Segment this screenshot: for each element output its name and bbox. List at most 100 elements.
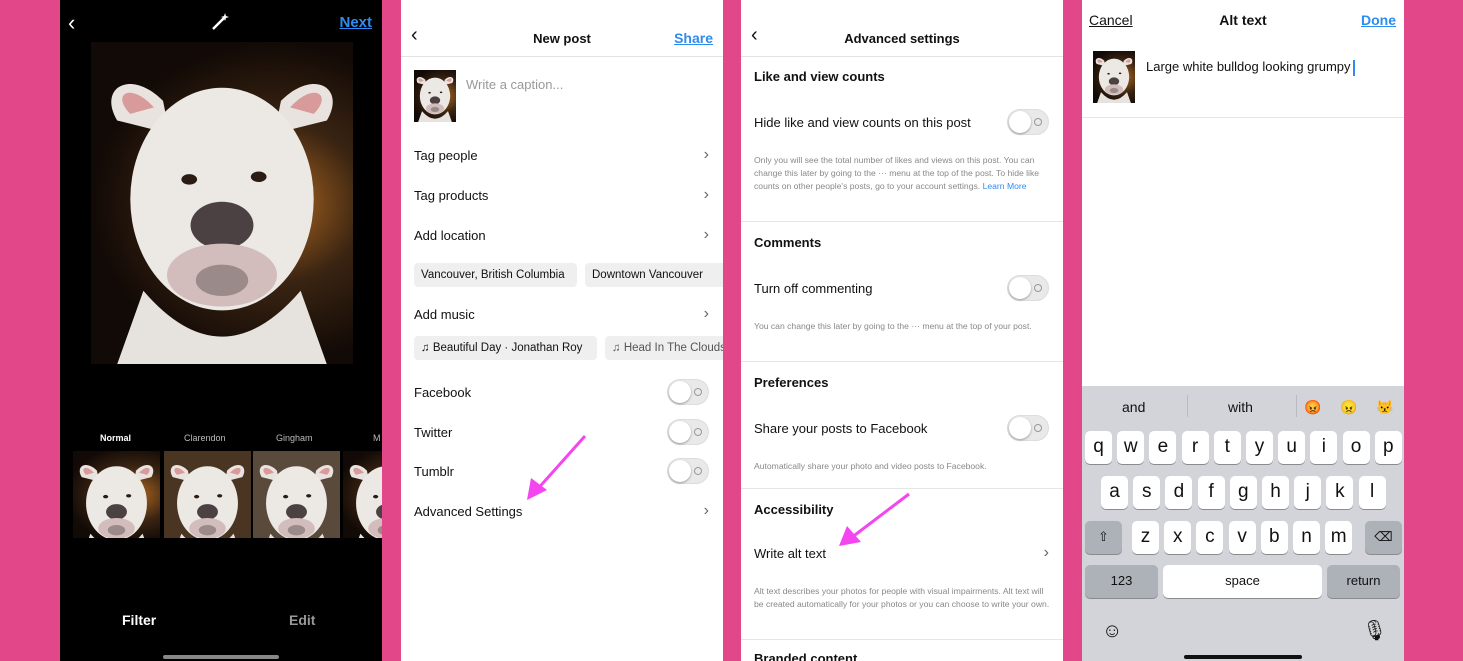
emoji-icon[interactable]: ☺ bbox=[1102, 620, 1122, 643]
filter-thumbnail[interactable] bbox=[73, 451, 160, 538]
tumblr-row: Tumblr bbox=[414, 464, 454, 479]
key-d[interactable]: d bbox=[1165, 476, 1193, 509]
tab-filter[interactable]: Filter bbox=[122, 612, 156, 628]
tag-people-row[interactable]: Tag people bbox=[414, 148, 478, 163]
share-button[interactable]: Share bbox=[674, 30, 713, 46]
emoji-suggestion[interactable]: 😾 bbox=[1376, 399, 1393, 416]
filter-label[interactable]: M bbox=[373, 433, 381, 443]
write-alt-text-row[interactable]: Write alt text bbox=[754, 546, 826, 561]
section-heading: Branded content bbox=[754, 651, 858, 661]
key-i[interactable]: i bbox=[1310, 431, 1338, 464]
accessibility-note: Alt text describes your photos for peopl… bbox=[754, 586, 1050, 609]
filter-thumbnail[interactable] bbox=[164, 451, 251, 538]
comments-note: You can change this later by going to th… bbox=[754, 321, 1032, 331]
suggestion[interactable]: with bbox=[1228, 399, 1253, 415]
divider bbox=[741, 639, 1063, 640]
add-location-row[interactable]: Add location bbox=[414, 228, 486, 243]
key-r[interactable]: r bbox=[1181, 431, 1209, 464]
filter-label[interactable]: Clarendon bbox=[184, 433, 226, 443]
key-h[interactable]: h bbox=[1262, 476, 1289, 509]
page-title: Advanced settings bbox=[844, 31, 960, 46]
filter-label[interactable]: Normal bbox=[100, 433, 131, 443]
advanced-settings-row[interactable]: Advanced Settings bbox=[414, 504, 522, 519]
alt-text-input[interactable]: Large white bulldog looking grumpy bbox=[1146, 59, 1355, 76]
chevron-right-icon: › bbox=[703, 502, 709, 519]
filter-thumbnail[interactable] bbox=[253, 451, 340, 538]
tumblr-toggle[interactable] bbox=[667, 458, 709, 484]
filter-thumbnail[interactable] bbox=[343, 451, 382, 538]
back-chevron-icon[interactable]: ‹ bbox=[68, 10, 75, 36]
text-cursor bbox=[1352, 59, 1355, 76]
key-w[interactable]: w bbox=[1117, 431, 1145, 464]
microphone-icon[interactable]: 🎙 bbox=[1362, 618, 1387, 643]
music-chip-label: Beautiful Day · Jonathan Roy bbox=[432, 342, 583, 354]
divider bbox=[741, 361, 1063, 362]
learn-more-link[interactable]: Learn More bbox=[983, 181, 1027, 191]
key-v[interactable]: v bbox=[1228, 521, 1256, 554]
twitter-row: Twitter bbox=[414, 425, 453, 440]
key-f[interactable]: f bbox=[1197, 476, 1225, 509]
key-m[interactable]: m bbox=[1325, 521, 1353, 554]
divider bbox=[741, 221, 1063, 222]
home-indicator bbox=[1184, 655, 1302, 659]
key-g[interactable]: g bbox=[1229, 476, 1257, 509]
tag-products-row[interactable]: Tag products bbox=[414, 188, 488, 203]
tab-edit[interactable]: Edit bbox=[289, 612, 315, 628]
key-y[interactable]: y bbox=[1246, 431, 1273, 464]
next-button[interactable]: Next bbox=[339, 14, 372, 31]
location-chip[interactable]: Downtown Vancouver bbox=[585, 263, 723, 287]
key-c[interactable]: c bbox=[1196, 521, 1224, 554]
music-chip[interactable]: ♫ Beautiful Day · Jonathan Roy bbox=[414, 336, 597, 360]
divider bbox=[1187, 395, 1188, 417]
commenting-toggle[interactable] bbox=[1007, 275, 1049, 301]
page-title: Alt text bbox=[1219, 12, 1267, 28]
magic-wand-icon[interactable] bbox=[210, 12, 230, 32]
key-e[interactable]: e bbox=[1149, 431, 1177, 464]
key-s[interactable]: s bbox=[1133, 476, 1161, 509]
keyboard: and with 😡 😠 😾 ⇧ ⌫ 123 space return ☺ 🎙 … bbox=[1082, 386, 1404, 661]
twitter-toggle[interactable] bbox=[667, 419, 709, 445]
header: ‹ New post Share bbox=[401, 0, 723, 57]
share-facebook-row: Share your posts to Facebook bbox=[754, 421, 928, 436]
key-o[interactable]: o bbox=[1342, 431, 1370, 464]
filter-label[interactable]: Gingham bbox=[276, 433, 313, 443]
key-b[interactable]: b bbox=[1260, 521, 1288, 554]
caption-input[interactable]: Write a caption... bbox=[466, 77, 563, 92]
facebook-row: Facebook bbox=[414, 385, 472, 400]
advanced-settings-screen: ‹ Advanced settings Like and view counts… bbox=[741, 0, 1063, 661]
section-heading: Accessibility bbox=[754, 502, 834, 517]
key-x[interactable]: x bbox=[1164, 521, 1192, 554]
key-l[interactable]: l bbox=[1358, 476, 1386, 509]
chevron-right-icon: › bbox=[703, 226, 709, 243]
share-facebook-toggle[interactable] bbox=[1007, 415, 1049, 441]
key-z[interactable]: z bbox=[1132, 521, 1159, 554]
hide-likes-toggle[interactable] bbox=[1007, 109, 1049, 135]
key-q[interactable]: q bbox=[1085, 431, 1112, 464]
suggestion[interactable]: and bbox=[1122, 399, 1145, 415]
emoji-suggestion[interactable]: 😡 bbox=[1304, 399, 1321, 416]
key-u[interactable]: u bbox=[1278, 431, 1306, 464]
facebook-toggle[interactable] bbox=[667, 379, 709, 405]
shift-key[interactable]: ⇧ bbox=[1085, 521, 1122, 554]
return-key[interactable]: return bbox=[1327, 565, 1400, 598]
key-j[interactable]: j bbox=[1294, 476, 1322, 509]
music-note-icon: ♫ bbox=[612, 342, 624, 354]
location-chip[interactable]: Vancouver, British Columbia bbox=[414, 263, 577, 287]
add-music-row[interactable]: Add music bbox=[414, 307, 475, 322]
key-p[interactable]: p bbox=[1374, 431, 1402, 464]
numbers-key[interactable]: 123 bbox=[1085, 565, 1158, 598]
key-k[interactable]: k bbox=[1326, 476, 1354, 509]
space-key[interactable]: space bbox=[1163, 565, 1322, 598]
key-a[interactable]: a bbox=[1101, 476, 1128, 509]
key-t[interactable]: t bbox=[1213, 431, 1241, 464]
divider bbox=[1082, 117, 1404, 118]
alt-text-screen: Cancel Alt text Done Large white bulldog… bbox=[1082, 0, 1404, 661]
preferences-note: Automatically share your photo and video… bbox=[754, 461, 987, 471]
key-n[interactable]: n bbox=[1293, 521, 1320, 554]
new-post-screen: ‹ New post Share Write a caption... Tag … bbox=[401, 0, 723, 661]
music-chip[interactable]: ♫ Head In The Clouds bbox=[605, 336, 723, 360]
delete-key[interactable]: ⌫ bbox=[1365, 521, 1402, 554]
emoji-suggestion[interactable]: 😠 bbox=[1340, 399, 1357, 416]
done-button[interactable]: Done bbox=[1361, 12, 1396, 28]
post-thumbnail bbox=[414, 70, 456, 122]
